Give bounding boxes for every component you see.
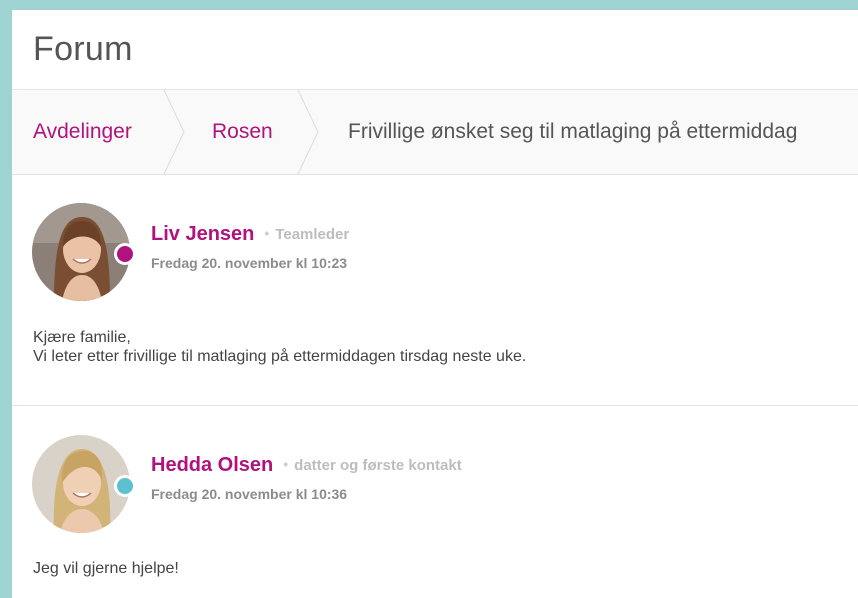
forum-header: Forum [12, 10, 858, 90]
online-status-icon [114, 243, 136, 265]
post-date: Fredag 20. november kl 10:23 [151, 255, 348, 271]
author-line: Hedda Olsen • datter og første kontakt [151, 454, 462, 477]
breadcrumb-chevron-icon [163, 90, 185, 175]
post-date: Fredag 20. november kl 10:36 [151, 486, 348, 502]
author-name[interactable]: Hedda Olsen [151, 454, 273, 476]
breadcrumb-chevron-icon [297, 90, 319, 175]
forum-post: Hedda Olsen • datter og første kontakt Fre… [12, 406, 858, 598]
author-avatar[interactable] [32, 203, 136, 301]
online-status-icon [114, 475, 136, 497]
post-body: Jeg vil gjerne hjelpe! [33, 560, 179, 577]
breadcrumb-item-avdelinger[interactable]: Avdelinger [33, 90, 132, 174]
author-line: Liv Jensen • Teamleder [151, 223, 349, 246]
author-name[interactable]: Liv Jensen [151, 223, 254, 245]
breadcrumb-item-rosen[interactable]: Rosen [212, 90, 273, 174]
author-role: Teamleder [275, 226, 350, 243]
page-title: Forum [33, 30, 133, 68]
separator-dot: • [283, 456, 289, 472]
separator-dot: • [264, 225, 270, 241]
breadcrumb: Avdelinger Rosen Frivillige ønsket seg t… [12, 90, 858, 175]
breadcrumb-current: Frivillige ønsket seg til matlaging på e… [348, 120, 798, 143]
author-role: datter og første kontakt [294, 457, 462, 474]
forum-panel: Forum Avdelinger Rosen Frivillige ønsket… [12, 10, 858, 598]
author-avatar[interactable] [32, 435, 136, 533]
forum-post: Liv Jensen • Teamleder Fredag 20. november… [12, 175, 858, 406]
post-body: Kjære familie, Vi leter etter frivillige… [33, 329, 527, 365]
